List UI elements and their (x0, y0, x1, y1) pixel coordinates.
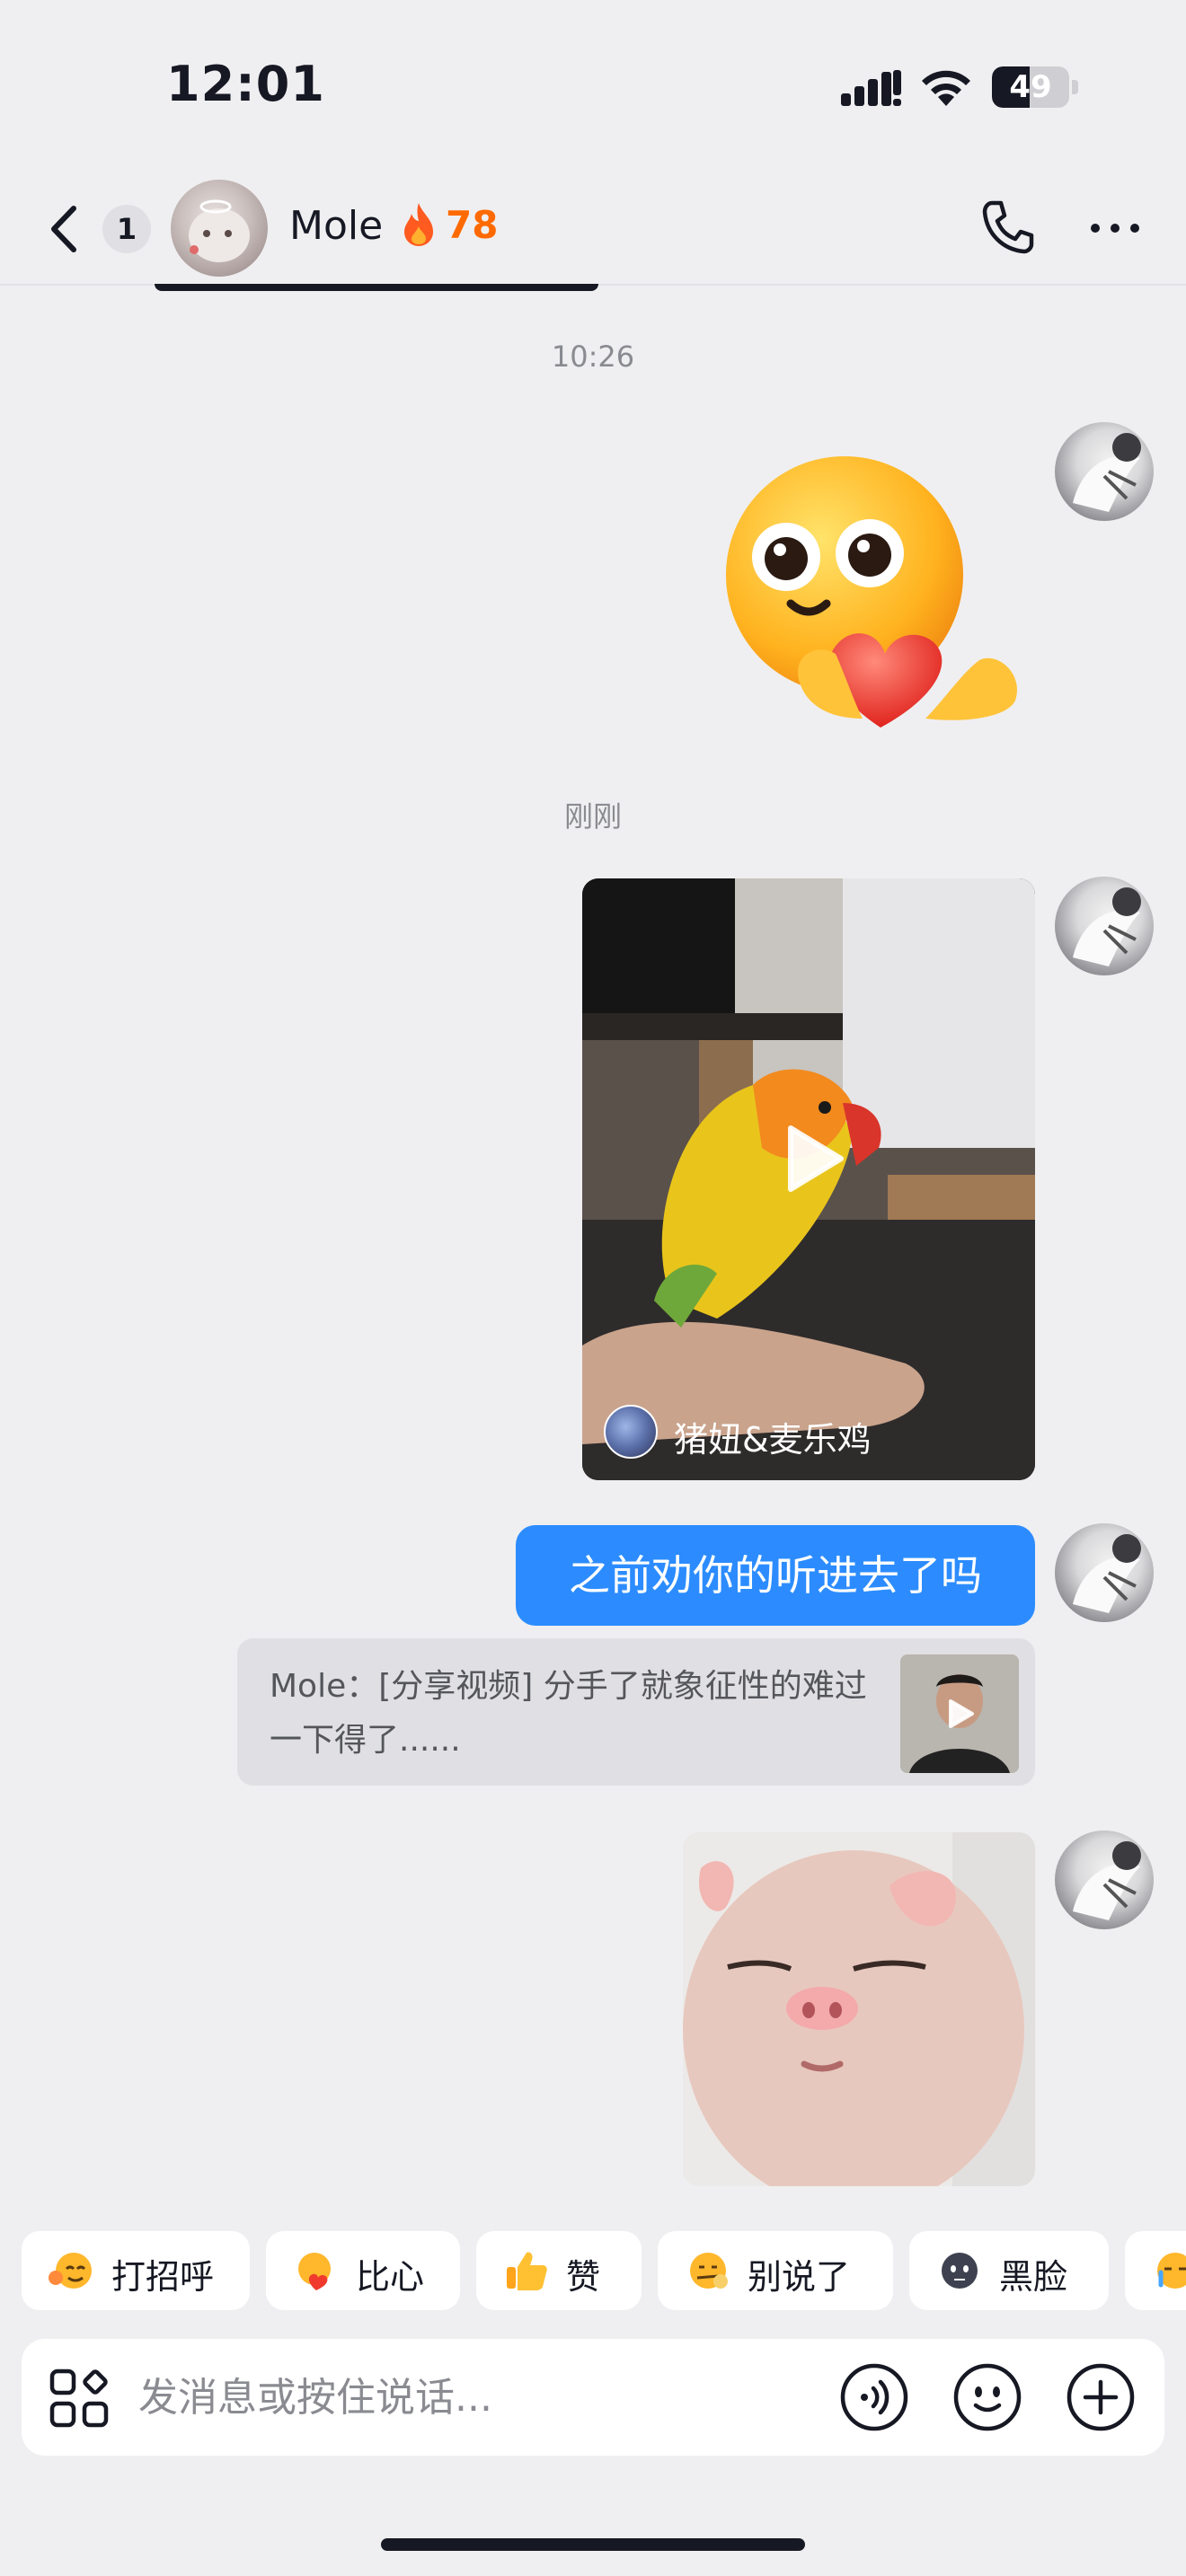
quick-reply-label: 别说了 (748, 2257, 851, 2297)
fire-icon (404, 203, 433, 246)
author-avatar (604, 1405, 658, 1459)
thumbs-up-icon (507, 2252, 547, 2290)
play-icon[interactable] (773, 1121, 848, 1196)
heart-hands-icon (298, 2253, 331, 2290)
quick-reply-chip[interactable]: 比心 (266, 2231, 460, 2310)
quoted-message[interactable]: Mole：[分享视频] 分手了就象征性的难过一下得了...... (237, 1638, 1035, 1786)
quick-reply-label: 赞 (566, 2257, 601, 2297)
sent-text-message[interactable]: 之前劝你的听进去了吗 (516, 1525, 1035, 1626)
quick-reply-label: 比心 (356, 2257, 425, 2297)
quick-reply-label: 打招呼 (111, 2257, 215, 2297)
quick-reply-chip[interactable] (1125, 2231, 1186, 2310)
timestamp: 10:26 (551, 340, 635, 374)
heart-hands-sticker[interactable] (719, 449, 1033, 737)
self-avatar[interactable] (1055, 1523, 1154, 1622)
quick-reply-chip[interactable]: 打招呼 (22, 2231, 250, 2310)
more-icon[interactable] (1087, 207, 1143, 250)
self-avatar[interactable] (1055, 877, 1154, 975)
dark-face-icon (942, 2253, 978, 2289)
quick-reply-label: 黑脸 (999, 2257, 1068, 2297)
self-avatar[interactable] (1055, 1831, 1154, 1929)
quoted-message-text: Mole：[分享视频] 分手了就象征性的难过一下得了...... (270, 1668, 867, 1759)
zipper-face-icon (690, 2253, 728, 2289)
contact-avatar[interactable] (171, 180, 268, 277)
battery-icon: 49 (992, 66, 1078, 108)
quick-reply-chip[interactable]: 赞 (476, 2231, 642, 2310)
home-indicator[interactable] (381, 2538, 805, 2551)
message-input-bar (22, 2339, 1164, 2456)
crying-face-icon (1157, 2253, 1186, 2289)
quick-reply-chip[interactable]: 黑脸 (909, 2231, 1109, 2310)
phone-icon[interactable] (979, 198, 1037, 255)
status-bar: 12:01 49 (0, 0, 1186, 171)
quick-reply-chip[interactable]: 别说了 (658, 2231, 893, 2310)
author-name: 猪妞&麦乐鸡 (674, 1420, 872, 1460)
plus-icon[interactable] (1066, 2362, 1136, 2432)
voice-icon[interactable] (839, 2362, 909, 2432)
message-input[interactable] (138, 2366, 821, 2429)
signal-icon (841, 70, 901, 106)
streak-count: 78 (446, 203, 499, 247)
sent-photo[interactable] (683, 1832, 1035, 2186)
previous-message-edge (155, 284, 598, 291)
contact-name[interactable]: Mole (289, 203, 383, 249)
shared-video-card[interactable]: 猪妞&麦乐鸡 (582, 878, 1035, 1480)
chat-header: 1 Mole 78 (0, 171, 1186, 286)
timestamp: 刚刚 (563, 799, 622, 834)
apps-grid-icon[interactable] (49, 2368, 110, 2429)
unread-count-badge: 1 (102, 205, 151, 253)
battery-level: 49 (1009, 69, 1052, 105)
self-avatar[interactable] (1055, 422, 1154, 521)
quick-reply-bar: 打招呼 比心 赞 别说了 黑脸 (22, 2231, 1186, 2310)
back-arrow-icon[interactable] (38, 198, 92, 260)
quoted-video-thumbnail[interactable] (900, 1654, 1019, 1773)
status-time: 12:01 (166, 56, 325, 112)
wifi-icon (922, 70, 970, 106)
emoji-icon[interactable] (952, 2362, 1022, 2432)
wave-face-icon (49, 2253, 92, 2289)
